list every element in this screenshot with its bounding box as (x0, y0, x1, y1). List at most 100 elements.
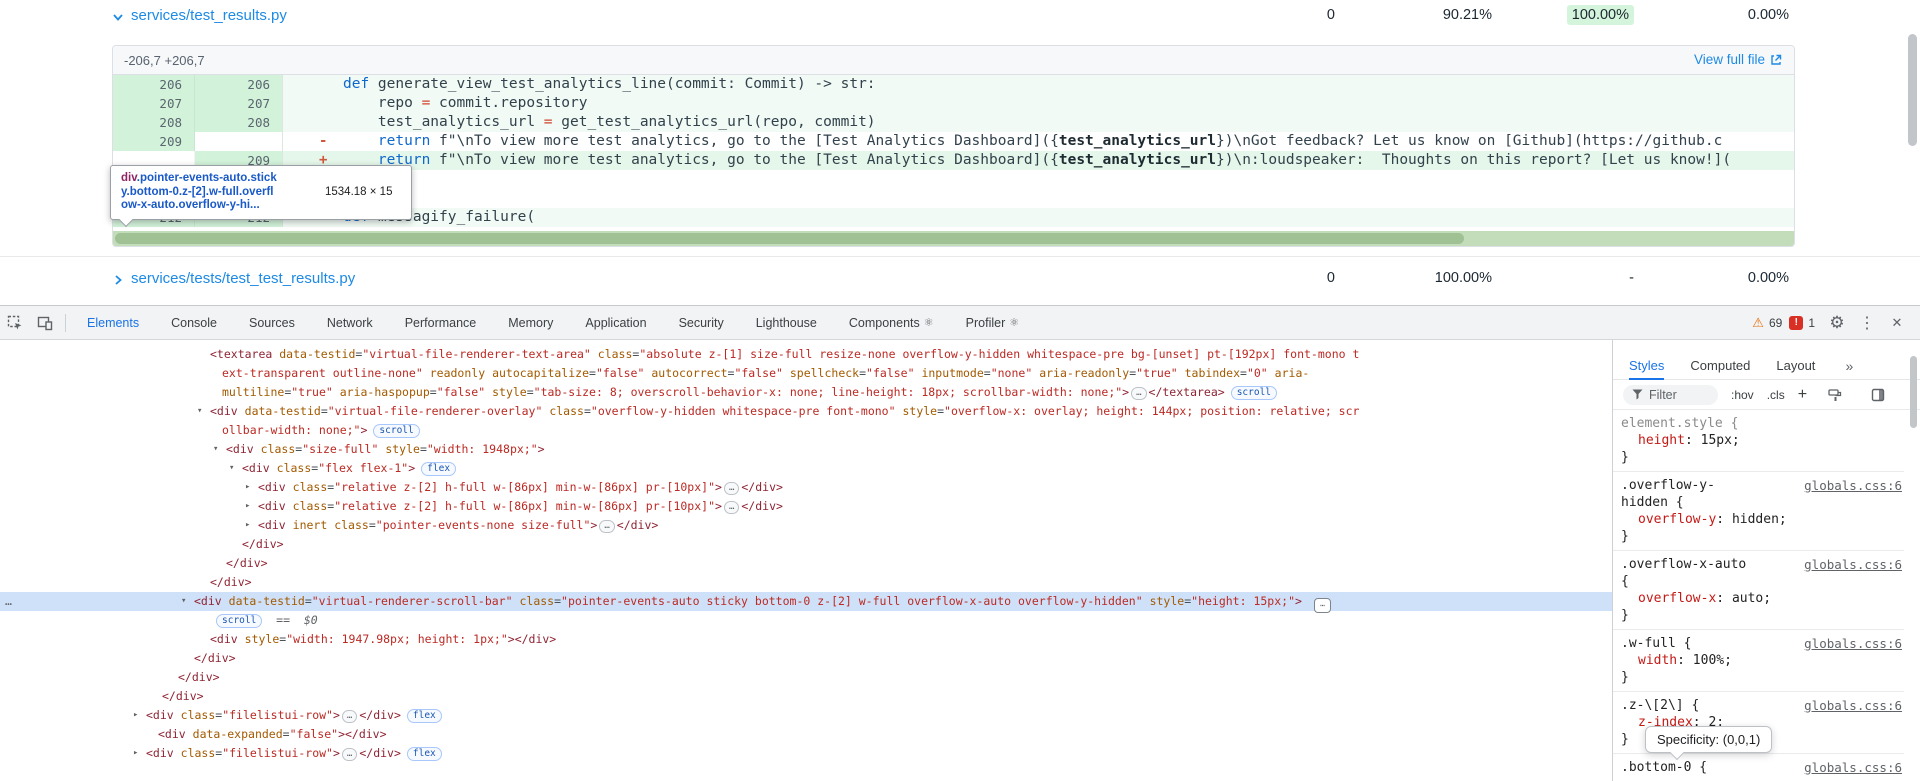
css-property[interactable]: height: 15px; (1621, 432, 1900, 449)
toggle-hover-state[interactable]: :hov (1731, 388, 1754, 402)
warnings-badge[interactable]: ⚠ 69 (1752, 315, 1782, 331)
tab-application[interactable]: Application (569, 306, 662, 340)
expand-inline-icon[interactable]: … (723, 482, 740, 495)
more-tabs-icon[interactable]: » (1845, 358, 1853, 374)
dom-tree-row[interactable]: ▾ <div data-testid="virtual-file-renderer… (0, 402, 1612, 421)
markup-token: "overflow-y-hidden whitespace-pre font-m… (590, 404, 896, 418)
dom-tree-row[interactable]: ext-transparent outline-none" readonly a… (0, 364, 1612, 383)
markup-token: </div> (178, 670, 220, 684)
rule-selector[interactable]: element.style { (1621, 415, 1900, 432)
markup-token: data-testid (279, 347, 356, 361)
dom-tree-row[interactable]: ▸ <div class="filelistui-row">… </div> flex (0, 706, 1612, 725)
file-row-test-results[interactable]: services/test_results.py 0 90.21% 100.00… (0, 0, 1920, 32)
expand-inline-icon[interactable]: … (599, 520, 615, 533)
styles-tab-styles[interactable]: Styles (1629, 352, 1665, 380)
new-line-number (195, 132, 283, 151)
styles-scrollbar-thumb[interactable] (1910, 356, 1917, 428)
tab-sources[interactable]: Sources (233, 306, 311, 340)
scrollbar-thumb[interactable] (1908, 34, 1917, 146)
adorner-badge[interactable]: flex (406, 747, 442, 761)
expand-arrow-icon[interactable]: ▸ (133, 744, 138, 763)
device-toolbar-icon[interactable] (30, 310, 60, 336)
styles-tab-computed[interactable]: Computed (1690, 352, 1750, 380)
adorner-badge[interactable]: scroll (1230, 386, 1278, 400)
rule-selector[interactable]: hidden { (1621, 494, 1900, 511)
css-property[interactable]: overflow-x: auto; (1621, 590, 1900, 607)
dom-tree-row[interactable]: <div data-expanded="false"></div> (0, 725, 1612, 744)
toggle-element-classes[interactable]: .cls (1767, 388, 1785, 402)
diff-horizontal-scrollbar[interactable] (113, 231, 1794, 246)
close-devtools-icon[interactable]: ✕ (1882, 310, 1912, 336)
collapse-arrow-icon[interactable]: ▾ (213, 440, 218, 459)
tab-network[interactable]: Network (311, 306, 389, 340)
tab-performance[interactable]: Performance (389, 306, 493, 340)
tab-security[interactable]: Security (663, 306, 740, 340)
rendering-emulation-icon[interactable] (1820, 382, 1850, 408)
dom-tree-row[interactable]: </div> (0, 687, 1612, 706)
collapse-arrow-icon[interactable]: ▾ (181, 592, 186, 611)
expand-inline-icon[interactable]: … (723, 501, 740, 514)
adorner-badge[interactable]: scroll (216, 614, 263, 628)
dom-tree-row[interactable]: <textarea data-testid="virtual-file-rend… (0, 345, 1612, 364)
expand-inline-icon[interactable]: … (341, 748, 358, 761)
expand-arrow-icon[interactable]: ▸ (245, 516, 250, 535)
collapse-arrow-icon[interactable]: ▾ (197, 402, 202, 421)
tab-elements[interactable]: Elements (71, 306, 155, 340)
dom-tree-row-selected[interactable]: ▾… <div data-testid="virtual-renderer-scr… (0, 592, 1612, 613)
computed-panel-toggle-icon[interactable] (1863, 382, 1893, 408)
dom-tree-row[interactable]: </div> (0, 573, 1612, 592)
tab-lighthouse[interactable]: Lighthouse (740, 306, 833, 340)
expand-inline-icon[interactable]: … (341, 710, 358, 723)
dom-tree-row[interactable]: multiline="true" aria-haspopup="false" s… (0, 383, 1612, 402)
dom-tree-row[interactable]: ▸ <div class="relative z-[2] h-full w-[86… (0, 497, 1612, 516)
rule-selector[interactable]: { (1621, 573, 1900, 590)
adorner-badge[interactable]: scroll (373, 424, 420, 438)
expand-inline-icon[interactable]: … (1131, 387, 1147, 400)
collapse-arrow-icon[interactable]: ▾ (229, 459, 234, 478)
dom-tree-row[interactable]: </div> (0, 668, 1612, 687)
dom-tree-row[interactable]: ▸ <div inert class="pointer-events-none s… (0, 516, 1612, 535)
dom-tree-row[interactable]: scroll == $0 (0, 611, 1612, 630)
dom-tree-row[interactable]: <div style="width: 1947.98px; height: 1p… (0, 630, 1612, 649)
styles-filter-input[interactable]: Filter (1623, 384, 1718, 405)
dom-tree-row[interactable]: </div> (0, 649, 1612, 668)
tab-memory[interactable]: Memory (492, 306, 569, 340)
css-property[interactable]: overflow-y: hidden; (1621, 511, 1900, 528)
css-property[interactable]: width: 100%; (1621, 652, 1900, 669)
kebab-menu-icon[interactable]: ⋮ (1852, 310, 1882, 336)
dom-tree-row[interactable]: </div> (0, 535, 1612, 554)
styles-tab-layout[interactable]: Layout (1776, 352, 1815, 380)
dom-tree-row[interactable]: ▸ <div class="filelistui-row">… </div> flex (0, 744, 1612, 763)
tab-profiler[interactable]: Profiler ⚛ (950, 306, 1035, 340)
adorner-badge[interactable]: flex (421, 462, 457, 476)
view-full-file-link[interactable]: View full file (1694, 52, 1782, 67)
stylesheet-link[interactable]: globals.css:6 (1804, 759, 1902, 776)
chevron-right-icon[interactable] (112, 273, 124, 285)
more-actions-icon[interactable]: … (5, 592, 13, 611)
dom-tree-row[interactable]: ▾ <div class="flex flex-1"> flex (0, 459, 1612, 478)
adorner-badge[interactable]: flex (406, 709, 442, 723)
stylesheet-link[interactable]: globals.css:6 (1804, 556, 1902, 573)
inspect-element-icon[interactable] (0, 310, 30, 336)
file-name-link[interactable]: services/test_results.py (131, 7, 287, 24)
settings-gear-icon[interactable]: ⚙ (1822, 310, 1852, 336)
file-name-link[interactable]: services/tests/test_test_results.py (131, 270, 355, 287)
tab-console[interactable]: Console (155, 306, 233, 340)
stylesheet-link[interactable]: globals.css:6 (1804, 477, 1902, 494)
dom-tree-row[interactable]: </div> (0, 554, 1612, 573)
stylesheet-link[interactable]: globals.css:6 (1804, 697, 1902, 714)
dom-tree-row[interactable]: ollbar-width: none;"> scroll (0, 421, 1612, 440)
page-scrollbar[interactable] (1907, 0, 1919, 300)
new-style-rule-button[interactable]: + (1798, 386, 1807, 404)
expand-arrow-icon[interactable]: ▸ (133, 706, 138, 725)
chevron-down-icon[interactable] (112, 10, 124, 22)
expand-arrow-icon[interactable]: ▸ (245, 478, 250, 497)
file-row-test-test-results[interactable]: services/tests/test_test_results.py 0 10… (0, 256, 1920, 300)
stylesheet-link[interactable]: globals.css:6 (1804, 635, 1902, 652)
expand-arrow-icon[interactable]: ▸ (245, 497, 250, 516)
dom-tree-row[interactable]: ▾ <div class="size-full" style="width: 19… (0, 440, 1612, 459)
scrollbar-thumb[interactable] (115, 233, 1464, 244)
tab-components[interactable]: Components ⚛ (833, 306, 950, 340)
errors-badge[interactable]: ! 1 (1789, 315, 1815, 330)
dom-tree-row[interactable]: ▸ <div class="relative z-[2] h-full w-[86… (0, 478, 1612, 497)
